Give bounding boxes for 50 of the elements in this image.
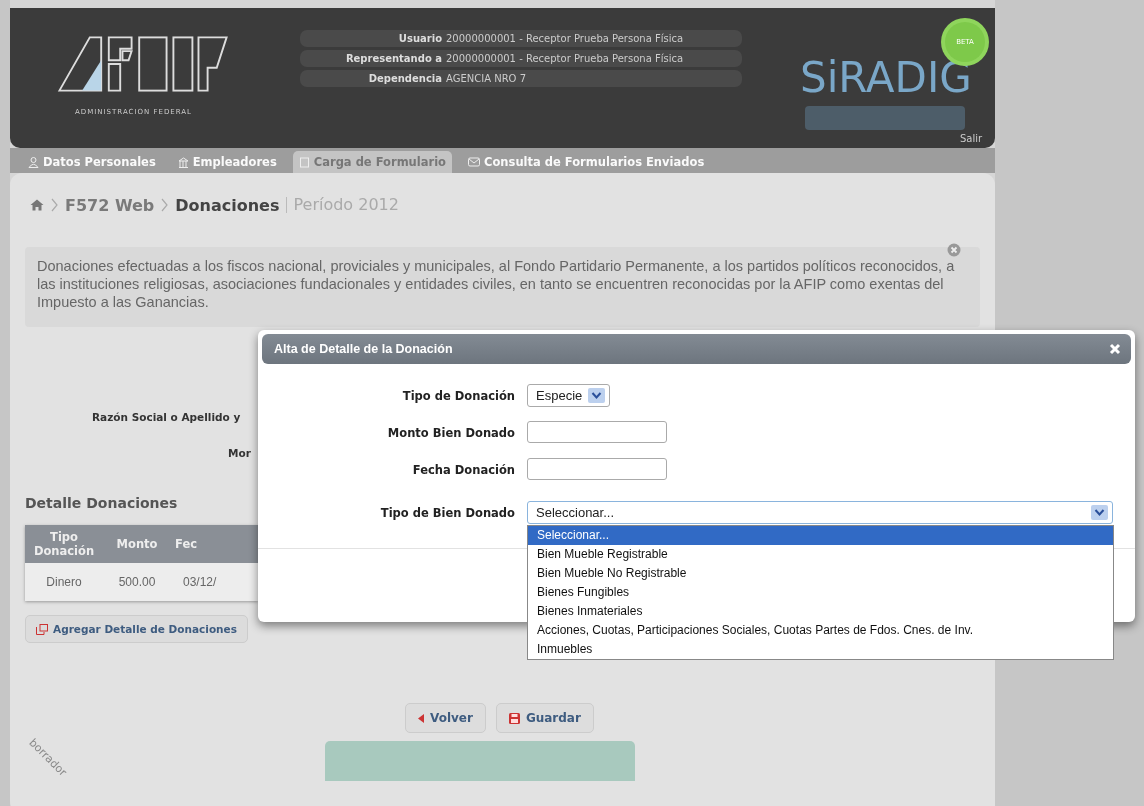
input-field[interactable] (527, 458, 667, 480)
info-label: Dependencia (367, 72, 442, 86)
add-detail-button[interactable]: Agregar Detalle de Donaciones (25, 615, 248, 643)
description-box: Donaciones efectuadas a los fiscos nacional, proviciales y municipales, al Fondo Partidario Permanente, a los partidos políticos reconocidos, a las instituciones religiosas, asociaciones fundacionales y entidades civiles, en tanto se encuentren reconocidas por la AFIP como exentas del Impuesto a las Ganancias. (25, 247, 980, 327)
person-icon (28, 156, 39, 168)
home-icon[interactable] (30, 199, 44, 211)
table-cell: Dinero (25, 563, 103, 601)
field-label: Monto Bien Donado (386, 425, 516, 440)
donation-type-select[interactable]: Especie (527, 384, 611, 407)
logout-link[interactable]: Salir (960, 133, 983, 144)
chevron-down-icon (1091, 505, 1108, 520)
info-value: 20000000001 - Receptor Prueba Persona Física (446, 32, 684, 46)
info-label: Representando a (344, 52, 442, 66)
chevron-right-icon (51, 198, 58, 212)
building-icon (177, 156, 189, 168)
add-window-icon (36, 623, 48, 635)
dropdown-option[interactable]: Bien Mueble No Registrable (528, 564, 1113, 583)
info-label: Usuario (397, 32, 442, 46)
save-button[interactable]: Guardar (495, 703, 594, 733)
column-header: Tipo Donación (25, 525, 103, 563)
period-label: Período 2012 (286, 197, 399, 213)
info-value: 20000000001 - Receptor Prueba Persona Física (446, 52, 684, 66)
close-icon[interactable] (1109, 343, 1121, 355)
asset-type-select[interactable]: Seleccionar... (527, 501, 1113, 524)
chevron-right-icon (161, 198, 169, 212)
envelope-icon (468, 157, 480, 167)
column-header: Monto (103, 525, 171, 563)
dropdown-option[interactable]: Bienes Inmateriales (528, 602, 1113, 621)
form-label: Razón Social o Apellido y (92, 411, 241, 423)
dropdown-option[interactable]: Inmuebles (528, 640, 1113, 659)
dropdown-option[interactable]: Bien Mueble Registrable (528, 545, 1113, 564)
back-button[interactable]: Volver (405, 703, 486, 733)
dropdown-option[interactable]: Bienes Fungibles (528, 583, 1113, 602)
chevron-down-icon (588, 388, 606, 403)
table-cell: 500.00 (103, 563, 171, 601)
dropdown-option[interactable]: Seleccionar... (528, 526, 1113, 545)
left-triangle-icon (418, 713, 424, 723)
breadcrumb-link[interactable]: Donaciones (175, 195, 280, 215)
document-icon (298, 156, 310, 168)
column-header: Fec (171, 525, 258, 563)
table-cell: 03/12/ (171, 563, 258, 601)
dialog-title: Alta de Detalle de la Donación (274, 342, 453, 356)
form-label: Mor (228, 447, 251, 459)
section-title: Detalle Donaciones (25, 495, 179, 511)
input-field[interactable] (527, 421, 667, 443)
dropdown-option[interactable]: Acciones, Cuotas, Participaciones Sociales, Cuotas Partes de Fdos. Cnes. de Inv. (528, 621, 1113, 640)
info-value: AGENCIA NRO 7 (446, 72, 526, 86)
field-label: Tipo de Bien Donado (379, 505, 516, 520)
field-label: Fecha Donación (411, 462, 516, 477)
field-label: Tipo de Donación (401, 388, 516, 403)
